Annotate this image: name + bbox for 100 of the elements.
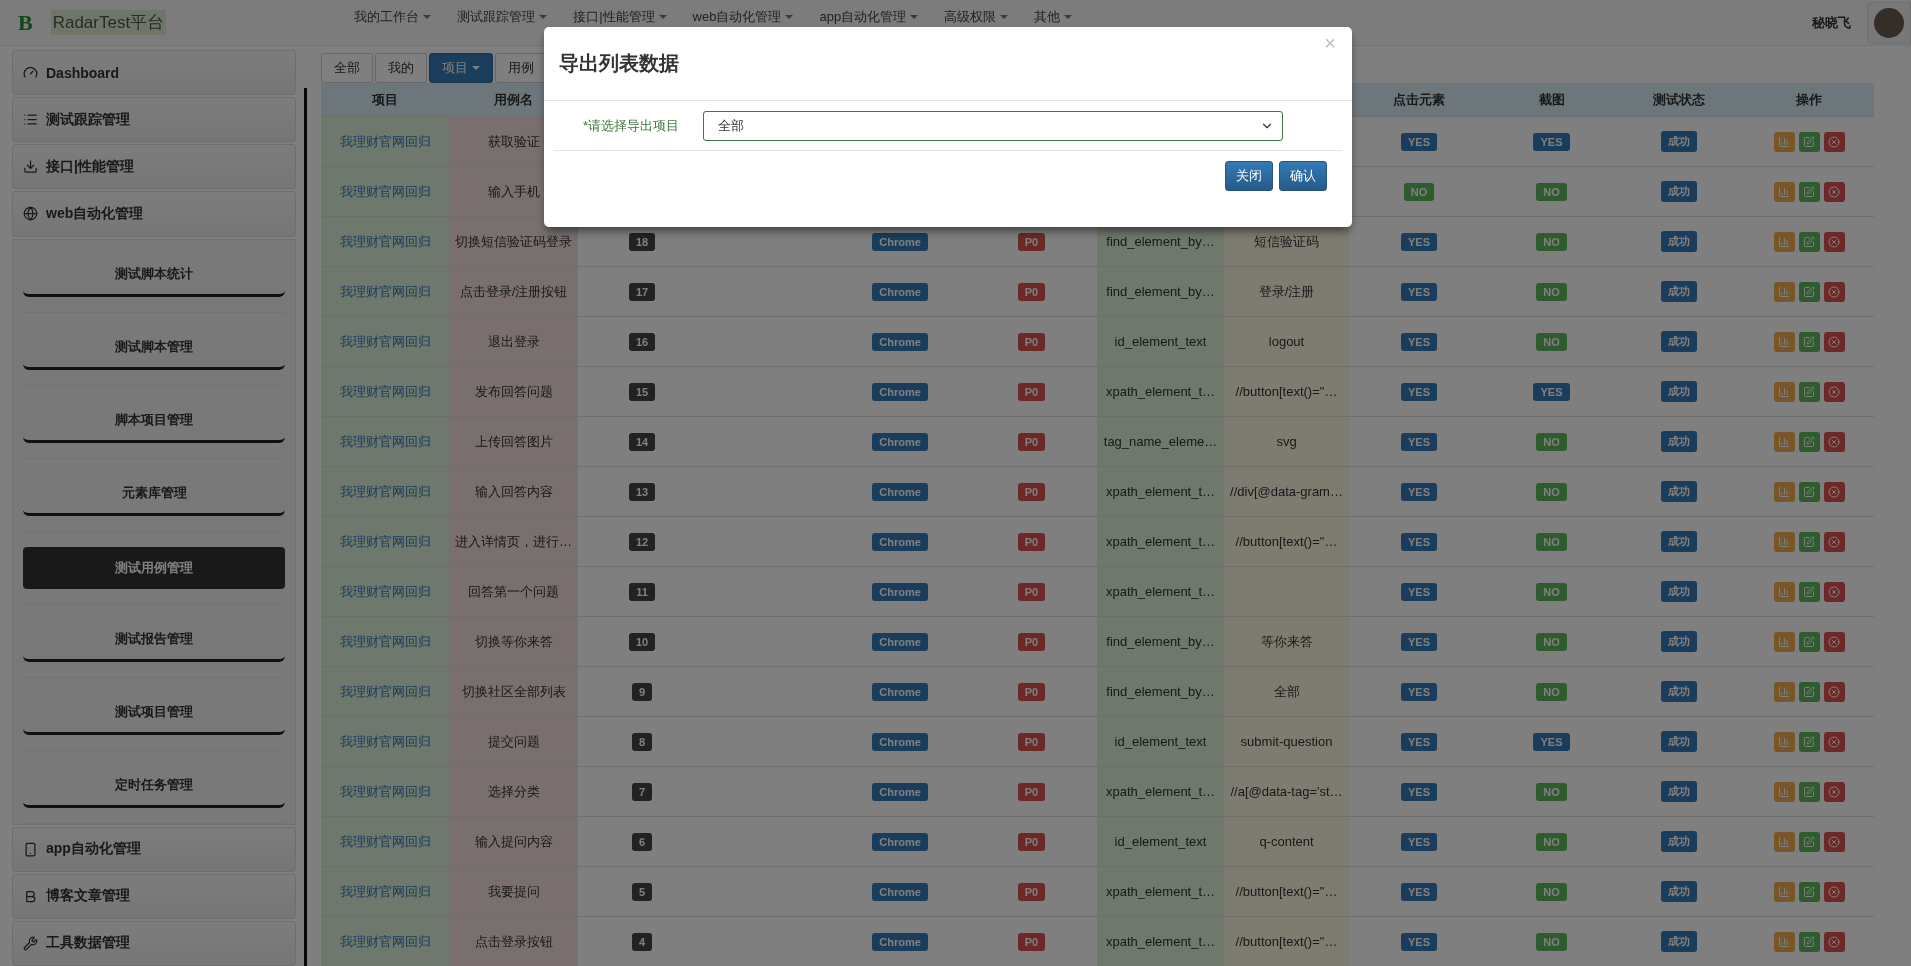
sidebar-item[interactable]: 工具数据管理 xyxy=(12,920,296,966)
chart-button[interactable] xyxy=(1773,231,1795,252)
edit-button[interactable] xyxy=(1798,631,1820,652)
nav-menu-item[interactable]: 其他 xyxy=(1034,10,1073,24)
project-link[interactable]: 我理财官网回归 xyxy=(339,682,431,701)
edit-button[interactable] xyxy=(1798,181,1820,202)
chart-button[interactable] xyxy=(1773,631,1795,652)
chart-button[interactable] xyxy=(1773,731,1795,752)
chart-button[interactable] xyxy=(1773,281,1795,302)
logo[interactable]: B xyxy=(18,9,33,36)
delete-button[interactable] xyxy=(1823,731,1845,752)
chart-button[interactable] xyxy=(1773,181,1795,202)
project-link[interactable]: 我理财官网回归 xyxy=(339,882,431,901)
nav-menu-item[interactable]: 接口|性能管理 xyxy=(573,10,667,24)
delete-button[interactable] xyxy=(1823,381,1845,402)
brand-name[interactable]: RadarTest平台 xyxy=(50,10,167,35)
delete-button[interactable] xyxy=(1823,131,1845,152)
nav-menu-item[interactable]: web自动化管理 xyxy=(692,10,794,24)
delete-button[interactable] xyxy=(1823,931,1845,952)
submenu-item[interactable]: 测试报告管理 xyxy=(23,619,285,662)
sidebar-item[interactable]: Dashboard xyxy=(12,50,296,96)
submenu-item[interactable]: 测试脚本管理 xyxy=(23,327,285,370)
delete-button[interactable] xyxy=(1823,831,1845,852)
project-link[interactable]: 我理财官网回归 xyxy=(339,932,431,951)
delete-button[interactable] xyxy=(1823,781,1845,802)
edit-button[interactable] xyxy=(1798,331,1820,352)
submenu-item[interactable]: 测试用例管理 xyxy=(23,546,285,589)
chart-button[interactable] xyxy=(1773,881,1795,902)
project-link[interactable]: 我理财官网回归 xyxy=(339,232,431,251)
submenu-item[interactable]: 元素库管理 xyxy=(23,473,285,516)
sidebar-item[interactable]: app自动化管理 xyxy=(12,826,296,872)
project-link[interactable]: 我理财官网回归 xyxy=(339,732,431,751)
edit-button[interactable] xyxy=(1798,931,1820,952)
project-link[interactable]: 我理财官网回归 xyxy=(339,532,431,551)
delete-button[interactable] xyxy=(1823,581,1845,602)
chart-button[interactable] xyxy=(1773,481,1795,502)
chart-button[interactable] xyxy=(1773,581,1795,602)
submenu-item[interactable]: 测试项目管理 xyxy=(23,692,285,735)
chart-button[interactable] xyxy=(1773,531,1795,552)
edit-button[interactable] xyxy=(1798,131,1820,152)
edit-button[interactable] xyxy=(1798,531,1820,552)
project-link[interactable]: 我理财官网回归 xyxy=(339,632,431,651)
edit-button[interactable] xyxy=(1798,831,1820,852)
chart-button[interactable] xyxy=(1773,331,1795,352)
filter-tab[interactable]: 项目 xyxy=(429,53,493,83)
sidebar-item[interactable]: web自动化管理 xyxy=(12,191,296,237)
delete-button[interactable] xyxy=(1823,231,1845,252)
nav-menu-item[interactable]: 我的工作台 xyxy=(354,10,432,24)
chart-button[interactable] xyxy=(1773,131,1795,152)
chart-button[interactable] xyxy=(1773,381,1795,402)
chart-button[interactable] xyxy=(1773,931,1795,952)
project-link[interactable]: 我理财官网回归 xyxy=(339,282,431,301)
filter-tab[interactable]: 全部 xyxy=(321,53,373,83)
chart-button[interactable] xyxy=(1773,781,1795,802)
project-link[interactable]: 我理财官网回归 xyxy=(339,332,431,351)
delete-button[interactable] xyxy=(1823,531,1845,552)
edit-button[interactable] xyxy=(1798,281,1820,302)
submenu-item[interactable]: 测试脚本统计 xyxy=(23,254,285,297)
delete-button[interactable] xyxy=(1823,181,1845,202)
sidebar-item[interactable]: 测试跟踪管理 xyxy=(12,97,296,143)
delete-button[interactable] xyxy=(1823,431,1845,452)
dialog-button[interactable]: 确认 xyxy=(1279,161,1327,191)
project-link[interactable]: 我理财官网回归 xyxy=(339,382,431,401)
filter-tab[interactable]: 我的 xyxy=(375,53,427,83)
filter-tab[interactable]: 用例 xyxy=(495,53,547,83)
avatar-button[interactable] xyxy=(1867,1,1911,44)
project-link[interactable]: 我理财官网回归 xyxy=(339,182,431,201)
edit-button[interactable] xyxy=(1798,431,1820,452)
nav-menu-item[interactable]: app自动化管理 xyxy=(819,10,919,24)
sidebar-item[interactable]: 博客文章管理 xyxy=(12,873,296,919)
project-link[interactable]: 我理财官网回归 xyxy=(339,832,431,851)
nav-menu-item[interactable]: 高级权限 xyxy=(944,10,1009,24)
project-link[interactable]: 我理财官网回归 xyxy=(339,482,431,501)
project-select[interactable]: 全部 xyxy=(703,110,1283,141)
edit-button[interactable] xyxy=(1798,581,1820,602)
chart-button[interactable] xyxy=(1773,681,1795,702)
nav-menu-item[interactable]: 测试跟踪管理 xyxy=(457,10,548,24)
delete-button[interactable] xyxy=(1823,331,1845,352)
sidebar-item[interactable]: 接口|性能管理 xyxy=(12,144,296,190)
delete-button[interactable] xyxy=(1823,481,1845,502)
dialog-button[interactable]: 关闭 xyxy=(1225,161,1273,191)
submenu-item[interactable]: 定时任务管理 xyxy=(23,765,285,808)
delete-button[interactable] xyxy=(1823,281,1845,302)
edit-button[interactable] xyxy=(1798,381,1820,402)
edit-button[interactable] xyxy=(1798,231,1820,252)
edit-button[interactable] xyxy=(1798,481,1820,502)
project-link[interactable]: 我理财官网回归 xyxy=(339,132,431,151)
delete-button[interactable] xyxy=(1823,681,1845,702)
edit-button[interactable] xyxy=(1798,681,1820,702)
edit-button[interactable] xyxy=(1798,881,1820,902)
edit-button[interactable] xyxy=(1798,731,1820,752)
edit-button[interactable] xyxy=(1798,781,1820,802)
delete-button[interactable] xyxy=(1823,881,1845,902)
delete-button[interactable] xyxy=(1823,631,1845,652)
project-link[interactable]: 我理财官网回归 xyxy=(339,432,431,451)
project-link[interactable]: 我理财官网回归 xyxy=(339,782,431,801)
project-link[interactable]: 我理财官网回归 xyxy=(339,582,431,601)
chart-button[interactable] xyxy=(1773,831,1795,852)
submenu-item[interactable]: 脚本项目管理 xyxy=(23,400,285,443)
chart-button[interactable] xyxy=(1773,431,1795,452)
